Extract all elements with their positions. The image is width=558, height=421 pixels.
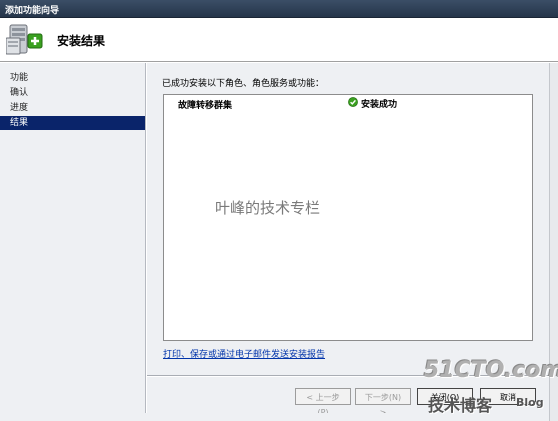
report-link[interactable]: 打印、保存或通过电子邮件发送安装报告 [163, 347, 325, 360]
sidebar-item-progress[interactable]: 进度 [0, 101, 145, 115]
success-check-icon [348, 97, 358, 110]
wizard-header: 安装结果 [0, 18, 558, 62]
sidebar-item-features[interactable]: 功能 [0, 71, 145, 85]
logo-sub: 技术博客 [428, 396, 493, 415]
result-status: 安装成功 [348, 97, 397, 110]
site-logo: 51CTO.com 技术博客 Blog [424, 358, 558, 418]
prev-button[interactable]: < 上一步(P) [295, 388, 351, 417]
wizard-steps-sidebar: 功能 确认 进度 结果 [0, 63, 146, 413]
sidebar-item-confirm[interactable]: 确认 [0, 86, 145, 100]
watermark-text: 叶峰的技术专栏 [215, 199, 321, 217]
page-title: 安装结果 [57, 34, 106, 48]
title-bar: 添加功能向导 [0, 0, 558, 18]
result-feature-name: 故障转移群集 [178, 101, 233, 111]
server-add-icon [5, 22, 46, 58]
result-intro-text: 已成功安装以下角色、角色服务或功能： [162, 79, 325, 89]
window-title: 添加功能向导 [5, 6, 60, 16]
next-button[interactable]: 下一步(N) > [355, 388, 411, 417]
sidebar-item-results[interactable]: 结果 [0, 116, 145, 130]
result-row: 故障转移群集 安装成功 [164, 97, 532, 111]
logo-main: 51CTO.com [424, 358, 558, 383]
result-status-label: 安装成功 [361, 100, 398, 110]
logo-suffix: Blog [516, 396, 544, 409]
